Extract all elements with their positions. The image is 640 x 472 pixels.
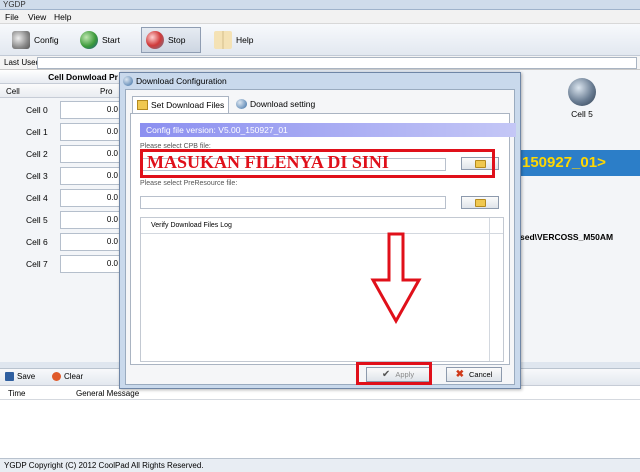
preresource-file-label: Please select PreResource file: — [140, 180, 238, 187]
gears-icon — [12, 31, 30, 49]
menu-help[interactable]: Help — [54, 11, 71, 23]
cell-row: Cell 3 0.0 — [0, 165, 120, 187]
app-icon — [123, 76, 133, 86]
help-label: Help — [236, 35, 254, 45]
stop-label: Stop — [168, 35, 186, 45]
cell-row: Cell 2 0.0 — [0, 143, 120, 165]
cell-name: Cell 3 — [26, 171, 48, 181]
clear-icon — [52, 372, 61, 381]
cell-row: Cell 4 0.0 — [0, 187, 120, 209]
tab-label: Download setting — [250, 99, 316, 109]
menu-view[interactable]: View — [28, 11, 46, 23]
column-cell: Cell — [6, 87, 20, 96]
cell-name: Cell 2 — [26, 149, 48, 159]
dialog-title-text: Download Configuration — [136, 76, 227, 86]
clear-button[interactable]: Clear — [52, 372, 83, 381]
tab-label: Set Download Files — [151, 100, 225, 110]
cell-progress: 0.0 — [60, 123, 120, 141]
cell-progress: 0.0 — [60, 211, 120, 229]
cell-5-label: Cell 5 — [571, 109, 593, 119]
verify-log-scrollbar[interactable] — [489, 218, 503, 361]
cell-row: Cell 6 0.0 — [0, 231, 120, 253]
verify-log-header: Verify Download Files Log — [141, 218, 503, 234]
dialog-body: Set Download Files Download setting Conf… — [125, 89, 516, 385]
start-globe-icon — [80, 31, 98, 49]
dialog-title: Download Configuration — [120, 73, 520, 89]
stop-globe-icon — [146, 31, 164, 49]
menu-bar: File View Help — [0, 10, 640, 24]
cell-progress: 0.0 — [60, 233, 120, 251]
last-used-bar: Last Used: — [0, 56, 640, 70]
cross-icon: ✖ — [455, 369, 465, 380]
cancel-button[interactable]: ✖ Cancel — [446, 367, 502, 382]
globe-icon — [236, 99, 247, 109]
status-bar: YGDP Copyright (C) 2012 CoolPad All Righ… — [0, 458, 640, 472]
cell-name: Cell 4 — [26, 193, 48, 203]
save-label: Save — [17, 372, 36, 381]
firmware-path-text: sed\VERCOSS_M50AM — [520, 232, 614, 242]
book-icon — [214, 31, 232, 49]
help-button[interactable]: Help — [210, 27, 257, 53]
cell-progress: 0.0 — [60, 189, 120, 207]
cell-row: Cell 0 0.0 — [0, 99, 120, 121]
cell-row: Cell 1 0.0 — [0, 121, 120, 143]
cell-name: Cell 7 — [26, 259, 48, 269]
cell-row: Cell 7 0.0 — [0, 253, 120, 275]
tab-set-download-files[interactable]: Set Download Files — [132, 96, 230, 114]
cell-5-tile[interactable]: Cell 5 — [542, 78, 622, 124]
cell-progress: 0.0 — [60, 101, 120, 119]
start-button[interactable]: Start — [76, 27, 124, 53]
config-label: Config — [34, 35, 59, 45]
save-button[interactable]: Save — [5, 372, 35, 381]
cancel-label: Cancel — [469, 370, 493, 379]
annotation-highlight-apply — [356, 362, 432, 385]
column-general-message: General Message — [76, 389, 140, 398]
cell-progress: 0.0 — [60, 145, 120, 163]
cell-name: Cell 6 — [26, 237, 48, 247]
folder-icon — [137, 100, 148, 110]
cell-name: Cell 0 — [26, 105, 48, 115]
cell-panel-header: Cell Donwload Pr — [0, 70, 120, 84]
cell-progress: 0.0 — [60, 167, 120, 185]
column-time: Time — [8, 389, 26, 398]
cell-name: Cell 1 — [26, 127, 48, 137]
preresource-browse-button[interactable] — [461, 196, 499, 209]
config-button[interactable]: Config — [8, 27, 63, 53]
open-folder-icon — [474, 198, 486, 207]
cell-download-panel: Cell Donwload Pr Cell Pro Cell 0 0.0 Cell… — [0, 70, 120, 362]
menu-file[interactable]: File — [5, 11, 19, 23]
start-label: Start — [102, 35, 120, 45]
globe-icon — [568, 78, 596, 106]
clear-label: Clear — [64, 372, 84, 381]
version-banner: 150927_01> — [520, 150, 640, 176]
window-title-bar: YGDP — [0, 0, 640, 10]
verify-log-grid[interactable]: Verify Download Files Log — [140, 217, 504, 362]
toolbar: Config Start Stop Help — [0, 24, 640, 56]
cell-progress: 0.0 — [60, 255, 120, 273]
cell-column-header: Cell Pro — [0, 84, 120, 98]
cell-name: Cell 5 — [26, 215, 48, 225]
download-configuration-dialog: Download Configuration Set Download File… — [119, 72, 521, 389]
annotation-down-arrow — [370, 232, 422, 324]
tab-download-setting[interactable]: Download setting — [232, 96, 319, 114]
last-used-input[interactable] — [37, 57, 637, 69]
cell-row: Cell 5 0.0 — [0, 209, 120, 231]
stop-button[interactable]: Stop — [141, 27, 201, 53]
save-icon — [5, 372, 14, 381]
annotation-text: MASUKAN FILENYA DI SINI — [147, 152, 389, 172]
column-progress: Pro — [100, 87, 113, 96]
config-version-bar: Config file version: V5.00_150927_01 — [140, 123, 516, 137]
preresource-file-input[interactable] — [140, 196, 446, 209]
